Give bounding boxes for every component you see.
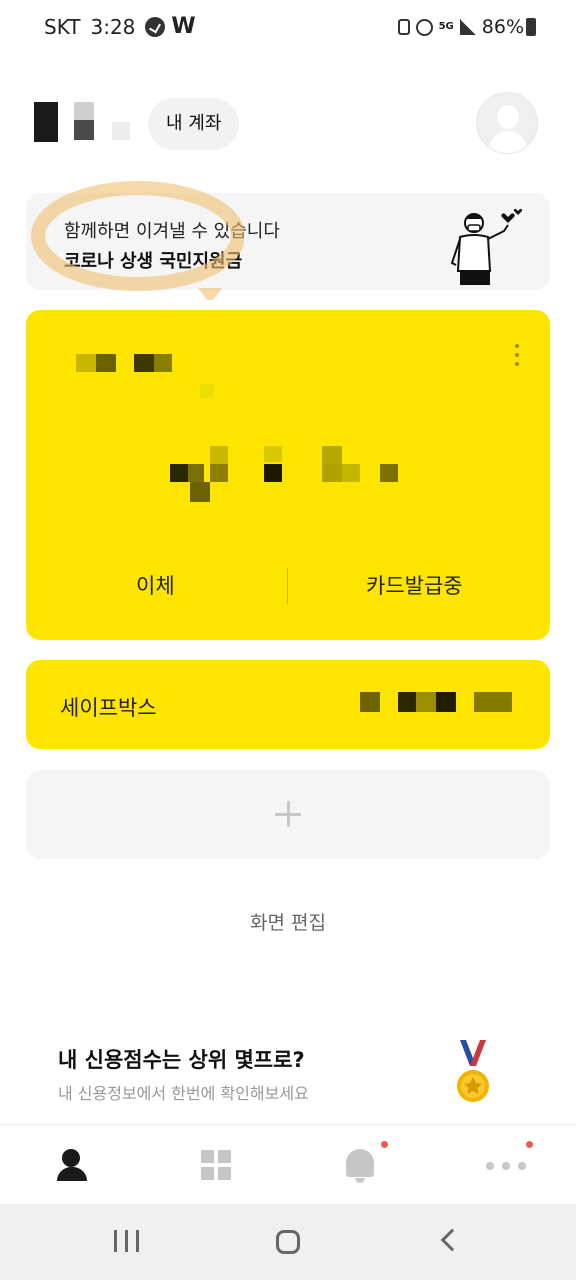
safebox-card[interactable]: 세이프박스 — [26, 660, 550, 749]
credit-promo-subtitle: 내 신용정보에서 한번에 확인해보세요 — [58, 1084, 309, 1103]
avatar[interactable] — [476, 92, 538, 154]
bottom-nav — [0, 1124, 576, 1204]
bell-icon — [346, 1149, 374, 1177]
add-product-button[interactable] — [26, 770, 550, 859]
credit-score-promo[interactable]: 내 신용점수는 상위 몇프로? 내 신용정보에서 한번에 확인해보세요 — [0, 1030, 576, 1120]
plus-icon-vertical — [287, 801, 290, 827]
nav-my-account[interactable] — [0, 1125, 144, 1205]
card-action-divider — [287, 568, 288, 604]
blurred-balance — [168, 444, 408, 504]
blurred-safebox-balance — [360, 692, 520, 712]
nav-more[interactable] — [432, 1125, 576, 1205]
back-icon[interactable] — [440, 1228, 464, 1252]
my-account-button[interactable]: 내 계좌 — [148, 98, 240, 150]
status-right: 5G 86% — [397, 16, 536, 38]
avatar-head — [497, 105, 519, 129]
credit-promo-title: 내 신용점수는 상위 몇프로? — [58, 1048, 305, 1072]
status-left: SKT 3:28 W — [44, 14, 196, 39]
card-issuing-button[interactable]: 카드발급중 — [366, 570, 463, 600]
promo-banner[interactable]: 함께하면 이겨낼 수 있습니다 코로나 상생 국민지원금 — [26, 193, 550, 290]
system-nav-bar — [0, 1204, 576, 1280]
more-icon — [486, 1162, 494, 1170]
battery-saver-icon — [397, 19, 410, 35]
battery-icon — [526, 18, 536, 36]
home-icon[interactable] — [276, 1230, 300, 1254]
circle-check-icon — [145, 16, 166, 37]
5g-icon: 5G — [438, 21, 454, 32]
carrier-label: SKT — [44, 14, 81, 39]
edit-screen-link[interactable]: 화면 편집 — [0, 908, 576, 935]
more-vertical-icon[interactable] — [514, 344, 520, 370]
nav-notifications[interactable] — [288, 1125, 432, 1205]
more-badge — [526, 1141, 533, 1148]
more-icon-dot2 — [502, 1162, 510, 1170]
person-icon-body — [57, 1167, 87, 1181]
notification-badge — [381, 1141, 388, 1148]
bell-icon-clapper — [355, 1178, 365, 1183]
blurred-account-name — [76, 354, 214, 398]
alarm-icon — [415, 18, 433, 36]
transfer-button[interactable]: 이체 — [136, 570, 175, 600]
app-screen: SKT 3:28 W 5G 86% 내 계좌 함께하면 이겨낼 수 있습니다 코… — [0, 0, 576, 1280]
banner-line2: 코로나 상생 국민지원금 — [64, 251, 243, 272]
banner-line1: 함께하면 이겨낼 수 있습니다 — [64, 221, 280, 242]
header: 내 계좌 — [0, 86, 576, 166]
more-icon-dot3 — [518, 1162, 526, 1170]
clock: 3:28 — [90, 14, 136, 39]
safebox-label: 세이프박스 — [60, 696, 157, 720]
medal-icon — [457, 1040, 489, 1102]
status-bar: SKT 3:28 W 5G 86% — [0, 0, 576, 56]
person-icon — [62, 1149, 80, 1167]
account-card[interactable]: 이체 카드발급중 — [26, 310, 550, 640]
nav-products[interactable] — [144, 1125, 288, 1205]
signal-icon — [459, 19, 476, 35]
battery-percent: 86% — [481, 16, 524, 38]
avatar-body — [489, 131, 527, 153]
blurred-username — [34, 102, 146, 142]
person-heart-illustration-icon — [450, 208, 523, 285]
w-logo-icon: W — [171, 14, 196, 39]
recent-apps-icon[interactable] — [114, 1230, 140, 1252]
